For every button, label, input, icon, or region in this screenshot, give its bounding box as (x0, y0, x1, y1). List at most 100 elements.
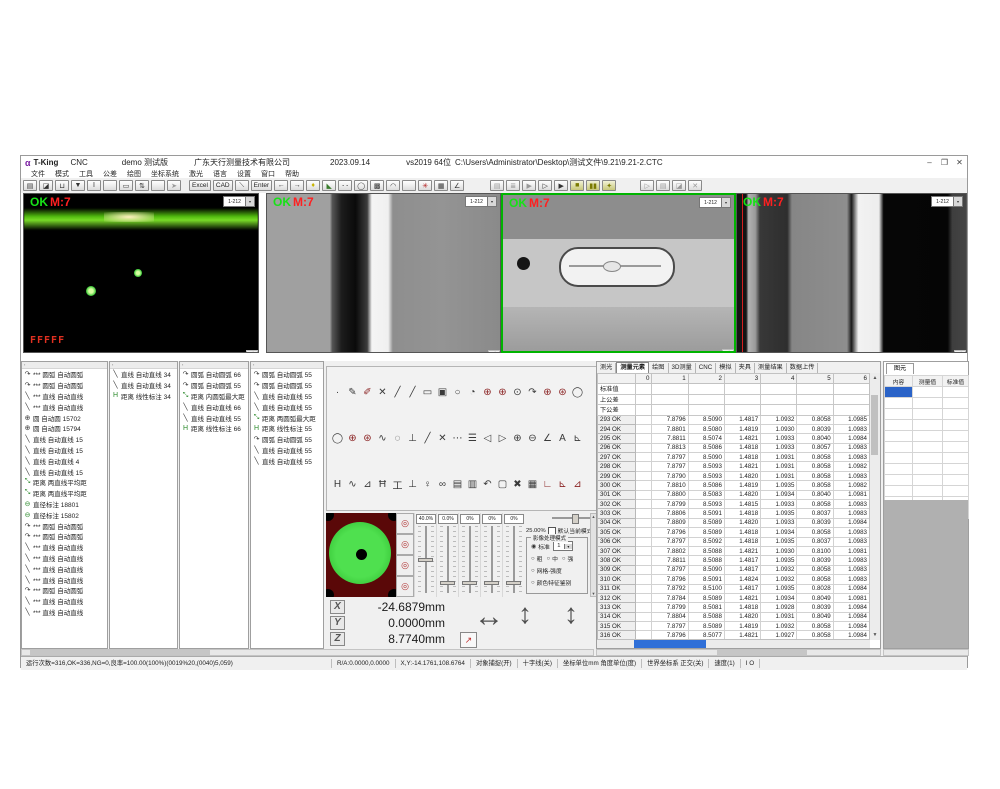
ruler-button[interactable]: ⟍ (235, 180, 249, 191)
menu-item[interactable]: 模式 (55, 169, 69, 179)
grid-cell[interactable] (636, 453, 652, 462)
light-slider-3[interactable]: 0% (458, 513, 480, 597)
grid-value-cell[interactable]: 8.5089 (688, 518, 724, 527)
grid-value-cell[interactable]: 7.8804 (652, 612, 688, 621)
grid-cell[interactable] (636, 405, 652, 416)
list-item[interactable]: ╲直线 自动直线 55 (251, 401, 323, 412)
grid-col-header[interactable]: 6 (833, 374, 869, 384)
element-cell[interactable] (913, 420, 943, 431)
grid-row-label[interactable]: 301 OK (598, 490, 636, 499)
tool-icon[interactable]: ⊾ (555, 478, 570, 492)
element-cell[interactable] (943, 453, 969, 464)
grid-cell[interactable] (636, 509, 652, 518)
selection-highlight[interactable] (634, 640, 706, 648)
slider-handle[interactable] (418, 558, 433, 562)
element-cell[interactable] (885, 464, 913, 475)
grid-value-cell[interactable]: 1.4818 (724, 453, 760, 462)
ring-light-button-2[interactable]: ◎ (396, 534, 414, 555)
grid-value-cell[interactable]: 1.0984 (833, 584, 869, 593)
tab-5[interactable]: CNC (696, 363, 716, 373)
menu-item[interactable]: 帮助 (285, 169, 299, 179)
tool-icon[interactable]: ⊕ (495, 385, 510, 399)
grid-value-cell[interactable]: 0.8058 (797, 528, 833, 537)
edge-tool-button[interactable]: I (87, 180, 101, 191)
grid-value-cell[interactable]: 7.8799 (652, 500, 688, 509)
tool-icon[interactable]: ⊾ (570, 431, 585, 445)
open-file-button[interactable]: ◪ (39, 180, 53, 191)
grid-cell[interactable] (761, 394, 797, 405)
grid-value-cell[interactable]: 8.5090 (688, 453, 724, 462)
grid-cell[interactable] (636, 462, 652, 471)
grid-value-cell[interactable]: 1.0982 (833, 481, 869, 490)
list-item[interactable]: ↷*** 圆弧 自动圆弧 (22, 520, 107, 531)
grid-value-cell[interactable]: 1.0931 (761, 471, 797, 480)
grid-value-cell[interactable]: 7.8797 (652, 453, 688, 462)
grid-value-cell[interactable]: 8.5086 (688, 481, 724, 490)
xy-move-arrow-icon[interactable]: ↔ (474, 600, 504, 634)
grid-cell[interactable] (636, 528, 652, 537)
grid-value-cell[interactable]: 8.5080 (688, 424, 724, 433)
tab-1[interactable]: 测光 (597, 363, 616, 373)
grid-value-cell[interactable]: 1.4821 (724, 462, 760, 471)
grid-row-label[interactable]: 303 OK (598, 509, 636, 518)
light-slider-2[interactable]: 0.0% (436, 513, 458, 597)
element-tab[interactable]: 图元 (886, 363, 914, 374)
left-hscrollbar[interactable] (21, 649, 594, 656)
grid-col-header[interactable]: 3 (724, 374, 760, 384)
element-cell[interactable] (885, 453, 913, 464)
grid-cell[interactable] (636, 434, 652, 443)
grid-value-cell[interactable]: 7.8809 (652, 518, 688, 527)
grid-value-cell[interactable]: 1.0934 (761, 593, 797, 602)
grid-value-cell[interactable]: 0.8028 (797, 584, 833, 593)
grid-value-cell[interactable]: 1.4818 (724, 509, 760, 518)
list-item[interactable]: ╲*** 直线 自动直线 (22, 553, 107, 564)
camera-view-4[interactable]: OKM:7 1-212▾ ⤢ (736, 193, 967, 353)
grid-row-label[interactable]: 305 OK (598, 528, 636, 537)
element-cell[interactable] (885, 442, 913, 453)
grid-value-cell[interactable]: 1.0933 (761, 518, 797, 527)
grid-value-cell[interactable]: 1.0984 (833, 612, 869, 621)
grid-cell[interactable] (636, 481, 652, 490)
grid-value-cell[interactable]: 1.4820 (724, 490, 760, 499)
tool-icon[interactable]: ▤ (450, 478, 465, 492)
grid-cell[interactable] (636, 565, 652, 574)
element-cell[interactable] (943, 442, 969, 453)
element-cell[interactable] (885, 420, 913, 431)
grid-cell[interactable] (724, 384, 760, 395)
grid-cell[interactable] (636, 612, 652, 621)
tab-4[interactable]: 3D测量 (669, 363, 696, 373)
grid-value-cell[interactable]: 1.0981 (833, 490, 869, 499)
grid-value-cell[interactable]: 1.0934 (761, 490, 797, 499)
grid-value-cell[interactable]: 8.5083 (688, 490, 724, 499)
grid-value-cell[interactable]: 7.8797 (652, 622, 688, 631)
menu-item[interactable]: 语言 (213, 169, 227, 179)
grid-value-cell[interactable]: 7.8796 (652, 528, 688, 537)
grid-row-label[interactable]: 309 OK (598, 565, 636, 574)
grid-value-cell[interactable]: 1.0983 (833, 453, 869, 462)
grid-value-cell[interactable]: 1.4820 (724, 518, 760, 527)
grid-row-label[interactable]: 310 OK (598, 575, 636, 584)
camera1-zoom-arrow-icon[interactable]: ▾ (245, 197, 254, 206)
grid-strength-radio[interactable]: ○ (531, 568, 535, 574)
grid-value-cell[interactable]: 1.4817 (724, 584, 760, 593)
results-hscrollbar[interactable] (597, 639, 870, 648)
grid-cell[interactable] (636, 603, 652, 612)
grid-value-cell[interactable]: 8.5091 (688, 509, 724, 518)
element-cell[interactable] (885, 398, 913, 409)
menu-item[interactable]: 激光 (189, 169, 203, 179)
grid-value-cell[interactable]: 8.5093 (688, 471, 724, 480)
tab-2[interactable]: 测量元素 (616, 362, 649, 373)
grid-value-cell[interactable]: 8.5074 (688, 434, 724, 443)
grid-value-cell[interactable]: 0.8100 (797, 546, 833, 555)
grid-value-cell[interactable]: 1.0985 (833, 415, 869, 424)
play-to-end-button[interactable]: ▶ (554, 180, 568, 191)
grid-value-cell[interactable]: 1.0983 (833, 500, 869, 509)
grid-cell[interactable] (636, 546, 652, 555)
tool-icon[interactable]: ⊥ (405, 478, 420, 492)
grid-value-cell[interactable]: 1.0935 (761, 509, 797, 518)
tool-icon[interactable]: · (330, 385, 345, 399)
z-move-arrow-icon[interactable]: ↕ (564, 598, 578, 630)
level-radio[interactable]: ○ (546, 556, 550, 562)
grid-cell[interactable] (797, 394, 833, 405)
tool-icon[interactable]: ▥ (465, 478, 480, 492)
